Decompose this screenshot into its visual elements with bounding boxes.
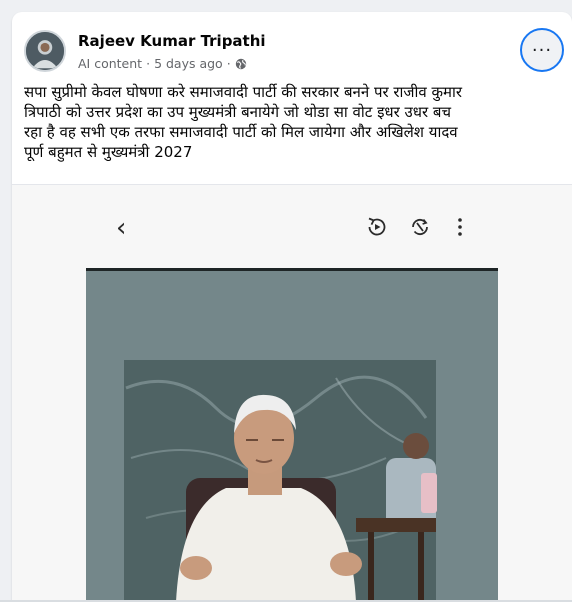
post-time[interactable]: 5 days ago	[154, 56, 223, 71]
post-media: ‹	[12, 185, 572, 602]
ai-content-label[interactable]: AI content	[78, 56, 142, 71]
author-name[interactable]: Rajeev Kumar Tripathi	[78, 32, 266, 50]
kebab-menu-icon[interactable]	[448, 215, 472, 239]
sync-off-icon[interactable]	[408, 215, 432, 239]
meta-separator: ·	[226, 56, 231, 71]
post-text: सपा सुप्रीमो केवल घोषणा करे समाजवादी पार…	[24, 83, 463, 161]
author-avatar[interactable]	[24, 30, 66, 72]
globe-icon	[235, 58, 247, 70]
back-chevron-icon[interactable]: ‹	[116, 215, 136, 241]
avatar-image	[26, 32, 64, 70]
photo-image	[86, 268, 498, 602]
rotate-play-icon[interactable]	[365, 215, 389, 239]
post-card: Rajeev Kumar Tripathi AI content · 5 day…	[12, 12, 572, 602]
meta-separator: ·	[146, 56, 151, 71]
post-photo[interactable]	[86, 268, 498, 602]
more-options-button[interactable]: ···	[520, 28, 564, 72]
post-meta: AI content · 5 days ago ·	[78, 56, 247, 71]
